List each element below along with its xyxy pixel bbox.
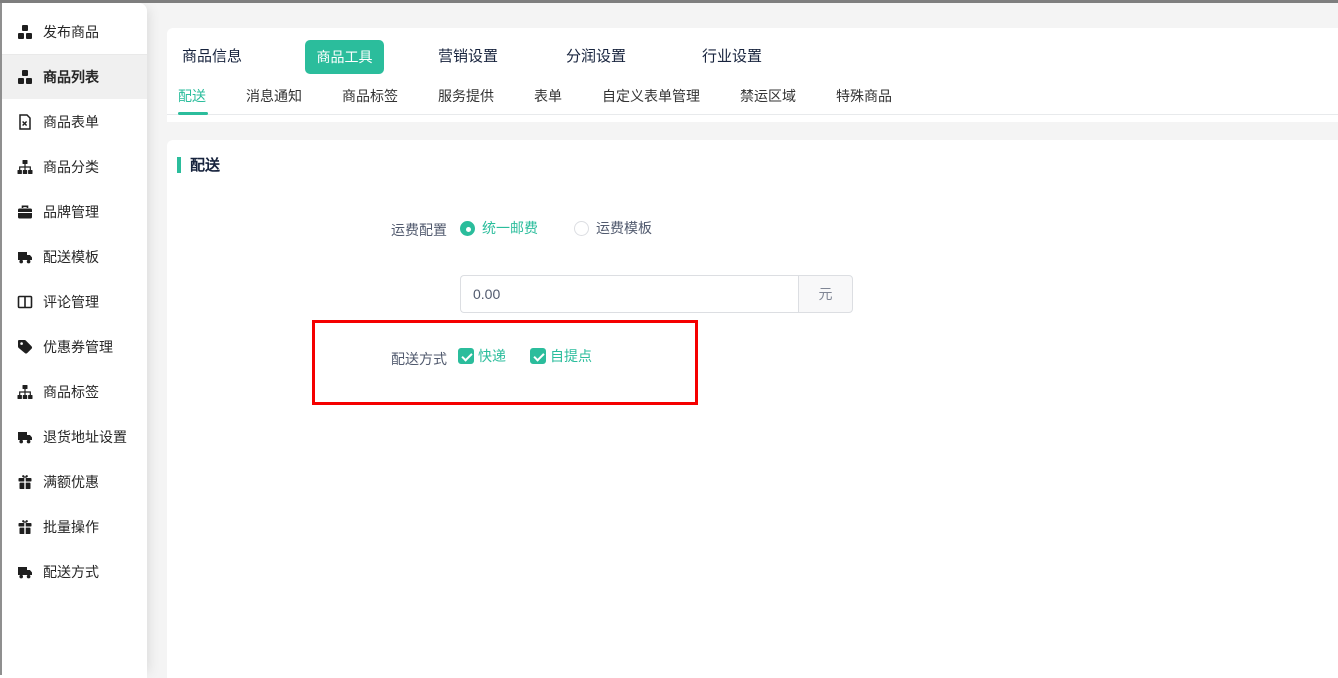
subtab-7[interactable]: 特殊商品: [836, 84, 892, 115]
truck-icon: [17, 429, 33, 445]
sidebar-item-11[interactable]: 批量操作: [0, 504, 147, 549]
sidebar-item-10[interactable]: 满额优惠: [0, 459, 147, 504]
sidebar-item-label: 配送方式: [43, 562, 99, 582]
tab-3[interactable]: 分润设置: [564, 40, 628, 74]
sidebar-item-1[interactable]: 商品列表: [0, 54, 147, 99]
top-edge-strip: [0, 0, 1338, 3]
delivery-method-label: 配送方式: [167, 349, 447, 369]
delivery-checkbox-group: 快递 自提点: [458, 346, 616, 366]
sub-tabs: 配送 消息通知 商品标签 服务提供 表单 自定义表单管理 禁运区域 特殊商品: [167, 84, 1338, 115]
checkbox-check-icon[interactable]: [458, 348, 474, 364]
sidebar-item-9[interactable]: 退货地址设置: [0, 414, 147, 459]
delivery-checkbox-0[interactable]: 快递: [458, 346, 506, 366]
radio-label: 统一邮费: [482, 218, 538, 238]
section-accent-bar: [177, 157, 181, 173]
subtab-4[interactable]: 表单: [534, 84, 562, 115]
tab-1[interactable]: 商品工具: [305, 40, 384, 74]
delivery-checkbox-1[interactable]: 自提点: [530, 346, 592, 366]
sidebar-item-label: 满额优惠: [43, 472, 99, 492]
sidebar-item-label: 批量操作: [43, 517, 99, 537]
sidebar-item-7[interactable]: 优惠券管理: [0, 324, 147, 369]
subtab-2[interactable]: 商品标签: [342, 84, 398, 115]
section-header: 配送: [177, 154, 220, 175]
truck-icon: [17, 249, 33, 265]
sidebar-item-label: 优惠券管理: [43, 337, 113, 357]
postage-unit-addon: 元: [798, 275, 853, 313]
sidebar-item-3[interactable]: 商品分类: [0, 144, 147, 189]
section-title: 配送: [190, 154, 220, 175]
freight-config-label: 运费配置: [167, 220, 447, 240]
sidebar-item-label: 商品列表: [43, 67, 99, 87]
sitemap-icon: [17, 159, 33, 175]
columns-icon: [17, 294, 33, 310]
tab-2[interactable]: 营销设置: [436, 40, 500, 74]
subtab-6[interactable]: 禁运区域: [740, 84, 796, 115]
radio-circle-icon[interactable]: [574, 221, 589, 236]
sidebar-item-4[interactable]: 品牌管理: [0, 189, 147, 234]
sidebar-item-label: 评论管理: [43, 292, 99, 312]
gift-icon: [17, 474, 33, 490]
postage-input-group: 元: [460, 275, 853, 313]
sidebar-item-8[interactable]: 商品标签: [0, 369, 147, 414]
sidebar-item-label: 配送模板: [43, 247, 99, 267]
radio-label: 运费模板: [596, 218, 652, 238]
header-panel: 商品信息 商品工具 营销设置 分润设置 行业设置 配送 消息通知 商品标签 服务提供 表单 自定义…: [167, 28, 1338, 122]
truck-icon: [17, 564, 33, 580]
sidebar-item-12[interactable]: 配送方式: [0, 549, 147, 594]
subtab-5[interactable]: 自定义表单管理: [602, 84, 700, 115]
briefcase-icon: [17, 204, 33, 220]
file-form-icon: [17, 114, 33, 130]
freight-radio-0[interactable]: 统一邮费: [460, 218, 538, 238]
sidebar-item-label: 发布商品: [43, 22, 99, 42]
sidebar-item-label: 商品标签: [43, 382, 99, 402]
content-panel: 配送 运费配置 统一邮费 运费模板 元 配送方式 快递 自提点: [167, 140, 1338, 678]
tag-icon: [17, 339, 33, 355]
sidebar-item-label: 商品分类: [43, 157, 99, 177]
checkbox-check-icon[interactable]: [530, 348, 546, 364]
tab-4[interactable]: 行业设置: [700, 40, 764, 74]
sitemap-icon: [17, 384, 33, 400]
admin-page: 发布商品商品列表商品表单商品分类品牌管理配送模板评论管理优惠券管理商品标签退货地…: [0, 0, 1338, 678]
radio-circle-icon[interactable]: [460, 221, 475, 236]
cubes-icon: [17, 69, 33, 85]
checkbox-label: 快递: [478, 346, 506, 366]
sidebar-item-label: 品牌管理: [43, 202, 99, 222]
checkbox-label: 自提点: [550, 346, 592, 366]
sidebar-item-label: 退货地址设置: [43, 427, 127, 447]
sidebar: 发布商品商品列表商品表单商品分类品牌管理配送模板评论管理优惠券管理商品标签退货地…: [0, 3, 147, 678]
sidebar-item-label: 商品表单: [43, 112, 99, 132]
cubes-icon: [17, 24, 33, 40]
subtab-1[interactable]: 消息通知: [246, 84, 302, 115]
sidebar-item-5[interactable]: 配送模板: [0, 234, 147, 279]
freight-radio-group: 统一邮费 运费模板: [460, 218, 688, 238]
sidebar-item-2[interactable]: 商品表单: [0, 99, 147, 144]
tab-0[interactable]: 商品信息: [180, 40, 244, 74]
postage-input[interactable]: [460, 275, 798, 313]
subtab-3[interactable]: 服务提供: [438, 84, 494, 115]
subtab-0[interactable]: 配送: [178, 84, 206, 115]
sidebar-item-0[interactable]: 发布商品: [0, 9, 147, 54]
gift-icon: [17, 519, 33, 535]
sidebar-item-6[interactable]: 评论管理: [0, 279, 147, 324]
main-tabs: 商品信息 商品工具 营销设置 分润设置 行业设置: [180, 40, 764, 74]
left-edge-strip: [0, 3, 2, 675]
freight-radio-1[interactable]: 运费模板: [574, 218, 652, 238]
